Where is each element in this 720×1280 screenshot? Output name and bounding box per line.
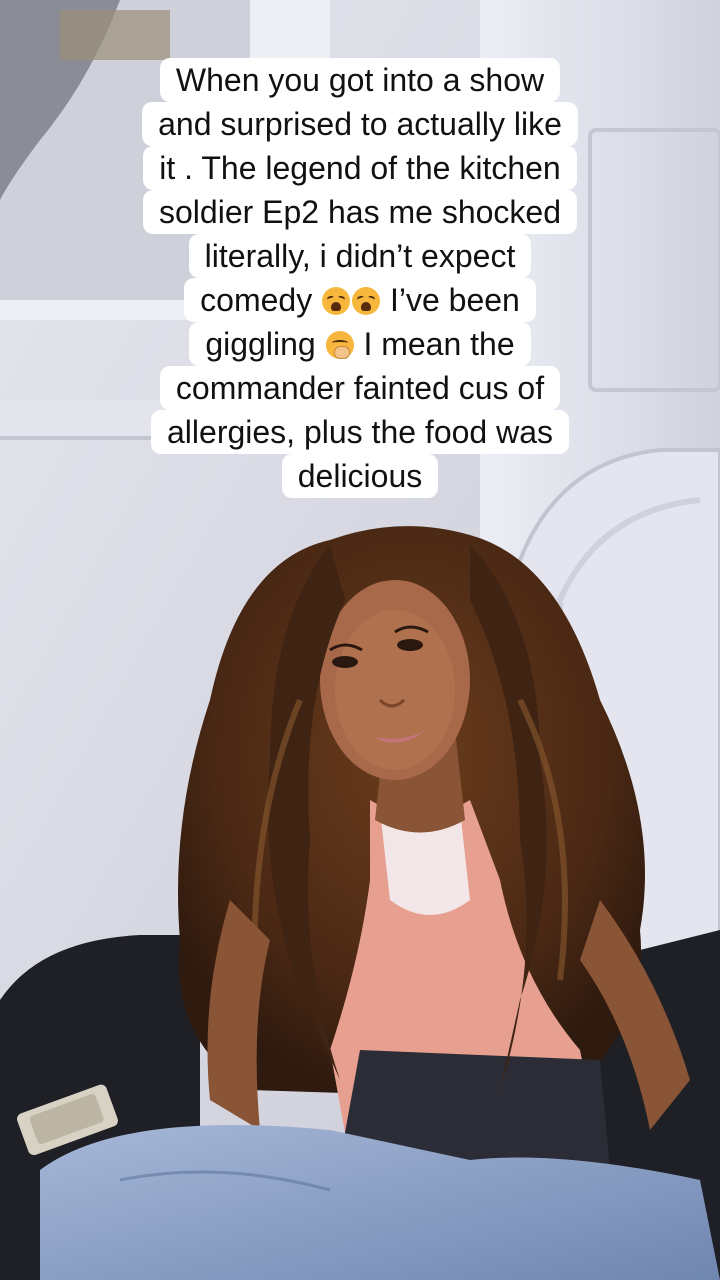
weary-face-emoji	[322, 287, 351, 315]
caption-row: literally, i didn’t expect	[40, 234, 680, 278]
hand-over-mouth-emoji	[325, 331, 354, 359]
caption-row: soldier Ep2 has me shocked	[40, 190, 680, 234]
caption-line: and surprised to actually like	[142, 102, 578, 146]
caption-text: comedy	[200, 282, 322, 318]
caption-text: I mean the	[354, 326, 515, 362]
caption-line: it . The legend of the kitchen	[143, 146, 577, 190]
caption-row: and surprised to actually like	[40, 102, 680, 146]
caption-row: it . The legend of the kitchen	[40, 146, 680, 190]
caption-text: and surprised to actually like	[158, 106, 562, 142]
caption-row: giggling I mean the	[40, 322, 680, 366]
caption-row: When you got into a show	[40, 58, 680, 102]
video-caption: When you got into a show and surprised to…	[40, 58, 680, 498]
caption-line: allergies, plus the food was	[151, 410, 569, 454]
caption-line: literally, i didn’t expect	[188, 234, 532, 278]
weary-face-emoji	[352, 287, 381, 315]
caption-text: commander fainted cus of	[175, 370, 545, 406]
caption-text: delicious	[297, 458, 423, 494]
caption-row: comedy I’ve been	[40, 278, 680, 322]
caption-row: delicious	[40, 454, 680, 498]
caption-line: comedy I’ve been	[184, 278, 536, 322]
caption-text: allergies, plus the food was	[167, 414, 553, 450]
caption-text: soldier Ep2 has me shocked	[159, 194, 561, 230]
caption-text: I’ve been	[381, 282, 520, 318]
video-frame[interactable]: When you got into a show and surprised to…	[0, 0, 720, 1280]
caption-text: giggling	[205, 326, 325, 362]
caption-text: it . The legend of the kitchen	[159, 150, 561, 186]
caption-line: When you got into a show	[159, 58, 561, 102]
caption-line: soldier Ep2 has me shocked	[143, 190, 577, 234]
caption-text: literally, i didn’t expect	[204, 238, 516, 274]
caption-row: commander fainted cus of	[40, 366, 680, 410]
caption-line: delicious	[281, 454, 439, 498]
caption-row: allergies, plus the food was	[40, 410, 680, 454]
caption-line: commander fainted cus of	[159, 366, 561, 410]
caption-line: giggling I mean the	[189, 322, 531, 366]
caption-text: When you got into a show	[175, 62, 545, 98]
